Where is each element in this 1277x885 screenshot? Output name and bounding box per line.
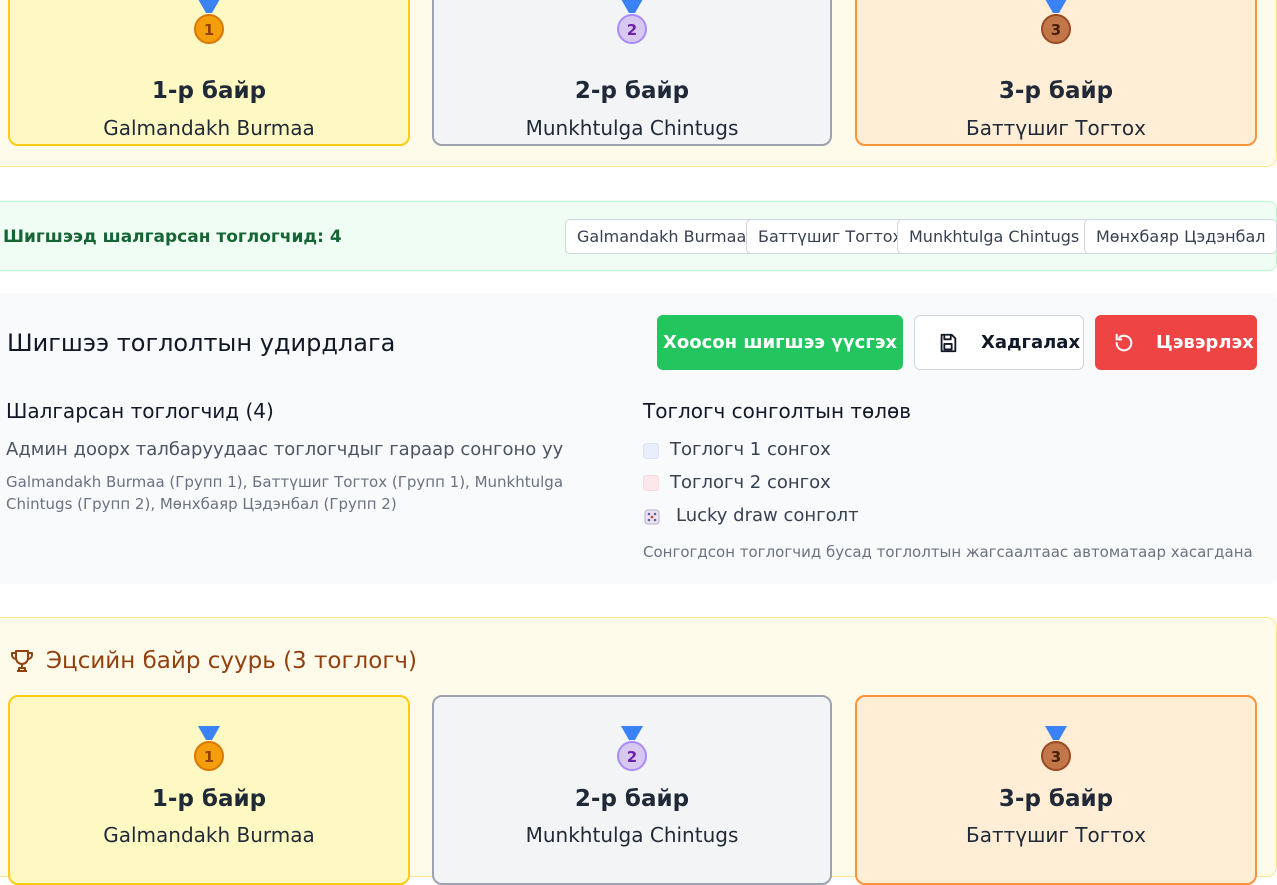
reset-button[interactable]: Цэвэрлэх (1095, 315, 1257, 370)
place-card-2: 2 2-р байр Munkhtulga Chintugs (432, 695, 832, 885)
reset-button-label: Цэвэрлэх (1156, 332, 1254, 353)
qualified-heading: Шалгарсан тоглогчид (4) (6, 399, 274, 423)
silver-medal-icon: 2 (617, 0, 647, 44)
reset-icon (1115, 333, 1133, 352)
selection-status-heading: Тоглогч сонголтын төлөв (643, 399, 912, 423)
place-player-name: Galmandakh Burmaa (103, 116, 315, 140)
bronze-medal-icon: 3 (1041, 726, 1071, 771)
save-icon (940, 333, 957, 353)
place-label: 3-р байр (998, 786, 1114, 812)
auto-remove-note: Сонгогдсон тоглогчид бусад тоглолтын жаг… (643, 543, 1253, 561)
gold-medal-icon: 1 (194, 726, 224, 771)
silver-medal-icon: 2 (617, 726, 647, 771)
lucky-draw-option[interactable]: Lucky draw сонголт (676, 505, 859, 526)
player-chip[interactable]: Баттүшиг Тогтох (746, 219, 914, 254)
qualified-players-strip: Шигшээд шалгарсан тоглогчид: 4 Galmandak… (0, 201, 1277, 271)
svg-text:3: 3 (1051, 748, 1061, 766)
save-button[interactable]: Хадгалах (914, 315, 1084, 370)
player-chip[interactable]: Galmandakh Burmaa (565, 219, 759, 254)
svg-text:3: 3 (1051, 21, 1061, 39)
place-card-2: 2 2-р байр Munkhtulga Chintugs (432, 0, 832, 146)
save-button-label: Хадгалах (981, 332, 1081, 353)
place-card-3: 3 3-р байр Баттүшиг Тогтох (855, 0, 1257, 146)
qualified-players-list: Galmandakh Burmaa (Групп 1), Баттүшиг То… (6, 473, 564, 513)
svg-text:2: 2 (627, 21, 637, 39)
place-label: 2-р байр (574, 78, 690, 104)
place-player-name: Munkhtulga Chintugs (525, 116, 739, 140)
place-player-name: Galmandakh Burmaa (103, 823, 315, 847)
final-standings-section: Эцсийн байр суурь (3 тоглогч) 1 1-р байр… (0, 617, 1277, 885)
player-chip[interactable]: Мөнхбаяр Цэдэнбал (1084, 219, 1277, 254)
place-label: 2-р байр (574, 786, 690, 812)
place-label: 1-р байр (151, 78, 267, 104)
create-empty-playoff-button[interactable]: Хоосон шигшээ үүсгэх (657, 315, 903, 370)
final-standings-title: Эцсийн байр суурь (3 тоглогч) (46, 648, 417, 674)
place-card-3: 3 3-р байр Баттүшиг Тогтох (855, 695, 1257, 885)
trophy-icon (11, 650, 33, 672)
gold-medal-icon: 1 (194, 0, 224, 44)
svg-text:2: 2 (627, 748, 637, 766)
player1-indicator (643, 443, 659, 459)
place-player-name: Баттүшиг Тогтох (966, 823, 1146, 847)
select-player1-option[interactable]: Тоглогч 1 сонгох (670, 439, 831, 460)
place-card-1: 1 1-р байр Galmandakh Burmaa (8, 695, 410, 885)
select-player2-option[interactable]: Тоглогч 2 сонгох (670, 472, 831, 493)
panel-title: Шигшээ тоглолтын удирдлага (7, 329, 396, 357)
svg-text:1: 1 (204, 21, 214, 39)
place-player-name: Баттүшиг Тогтох (966, 116, 1146, 140)
place-card-1: 1 1-р байр Galmandakh Burmaa (8, 0, 410, 146)
bronze-medal-icon: 3 (1041, 0, 1071, 44)
qualified-count-label: Шигшээд шалгарсан тоглогчид: 4 (3, 227, 342, 247)
playoff-control-panel: Шигшээ тоглолтын удирдлага Хоосон шигшээ… (0, 293, 1277, 584)
top-podium-section: 1 1-р байр Galmandakh Burmaa 2 2-р байр … (0, 0, 1277, 167)
player-chip[interactable]: Munkhtulga Chintugs (897, 219, 1092, 254)
place-label: 1-р байр (151, 786, 267, 812)
place-label: 3-р байр (998, 78, 1114, 104)
svg-text:1: 1 (204, 748, 214, 766)
manual-select-hint: Админ доорх талбаруудаас тоглогчдыг гара… (6, 439, 564, 460)
place-player-name: Munkhtulga Chintugs (525, 823, 739, 847)
player2-indicator (643, 475, 659, 491)
dice-icon (644, 509, 660, 525)
